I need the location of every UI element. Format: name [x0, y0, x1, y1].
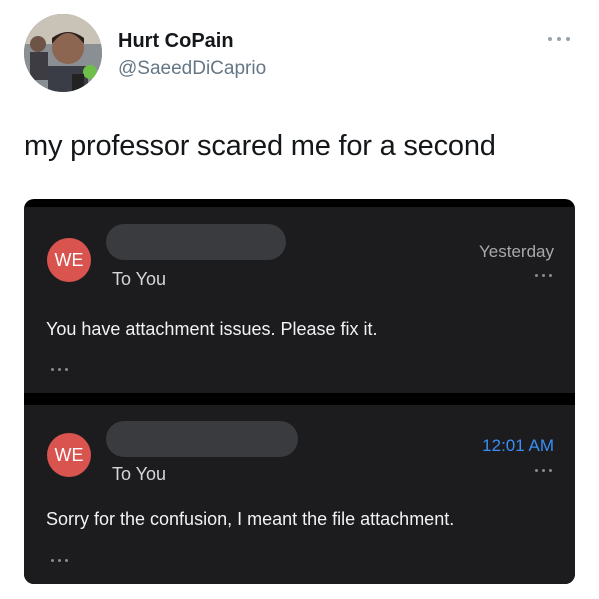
email-item[interactable]: WE To You 12:01 AM Sorry for the confusi…: [24, 405, 575, 584]
email-body: You have attachment issues. Please fix i…: [46, 319, 378, 339]
email-item[interactable]: WE To You Yesterday You have attachment …: [24, 207, 575, 393]
email-time: 12:01 AM: [482, 436, 554, 455]
recipient-label: To You: [112, 269, 167, 289]
email-more-icon[interactable]: [535, 468, 553, 474]
email-time: Yesterday: [479, 242, 554, 261]
avatar-photo-icon: [24, 14, 102, 92]
sender-avatar: WE: [47, 433, 91, 477]
more-options-icon[interactable]: [547, 34, 573, 44]
author-handle[interactable]: @SaeedDiCaprio: [118, 58, 266, 80]
recipient-label: To You: [112, 464, 167, 484]
email-screenshot: WE To You Yesterday You have attachment …: [24, 199, 575, 584]
author-name[interactable]: Hurt CoPain: [118, 30, 234, 53]
email-body: Sorry for the confusion, I meant the fil…: [46, 509, 455, 529]
author-avatar[interactable]: [24, 14, 102, 92]
redacted-sender-name: [106, 421, 298, 457]
redacted-sender-name: [106, 224, 286, 260]
expand-quoted-icon[interactable]: [51, 558, 69, 564]
sender-avatar: WE: [47, 238, 91, 282]
tweet-text: my professor scared me for a second: [24, 130, 496, 162]
expand-quoted-icon[interactable]: [51, 367, 69, 373]
tweet-header: Hurt CoPain @SaeedDiCaprio: [24, 14, 575, 94]
email-more-icon[interactable]: [535, 273, 553, 279]
